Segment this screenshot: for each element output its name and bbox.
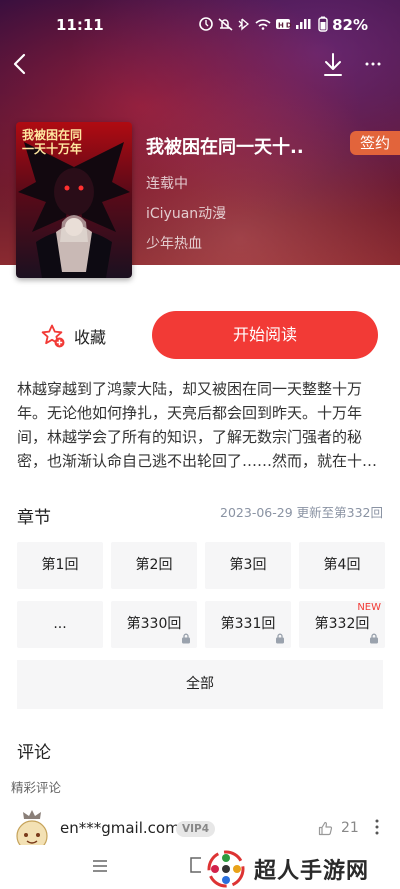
chapter-label: 第4回	[323, 557, 361, 573]
chapter-item-ellipsis[interactable]: ...	[17, 601, 103, 648]
start-reading-button[interactable]: 开始阅读	[152, 311, 378, 359]
chapter-label: 第3回	[229, 557, 267, 573]
more-horizontal-icon	[365, 62, 381, 66]
chapters-heading: 章节	[17, 508, 51, 528]
chapter-item-1[interactable]: 第1回	[17, 542, 103, 589]
signed-badge: 签约	[350, 131, 400, 155]
download-button[interactable]	[322, 52, 344, 78]
battery-percent: 82%	[332, 16, 368, 34]
chapter-label: 第2回	[135, 557, 173, 573]
chapter-item-331[interactable]: 第331回	[205, 601, 291, 648]
chapter-label: ...	[53, 616, 67, 632]
recent-apps-button[interactable]	[92, 858, 108, 872]
like-count: 21	[341, 820, 359, 836]
watermark: 超人手游网	[206, 849, 396, 889]
download-icon	[324, 53, 342, 76]
new-chapter-tag: NEW	[357, 602, 381, 613]
lock-icon	[276, 633, 284, 644]
system-status-icons: HD	[199, 17, 311, 31]
home-square-icon	[190, 857, 201, 873]
lock-icon	[182, 633, 190, 644]
comment-more-button[interactable]	[372, 818, 382, 836]
home-button[interactable]	[189, 857, 203, 873]
book-cover[interactable]: 我被困在同一天十万年	[16, 122, 132, 278]
book-title: 我被困在同一天十..	[146, 137, 304, 158]
lock-icon	[370, 633, 378, 644]
favorite-button[interactable]: 收藏	[40, 322, 120, 350]
featured-comments-label: 精彩评论	[11, 780, 62, 795]
book-genre[interactable]: 少年热血	[146, 233, 202, 253]
favorite-label: 收藏	[74, 328, 107, 347]
chapter-item-332[interactable]: NEW 第332回	[299, 601, 385, 648]
star-add-icon	[41, 324, 65, 348]
book-synopsis[interactable]: 林越穿越到了鸿蒙大陆，却又被困在同一天整整十万年。无论他如何挣扎，天亮后都会回到…	[17, 377, 385, 473]
thumbs-up-icon	[318, 821, 333, 835]
chapter-item-330[interactable]: 第330回	[111, 601, 197, 648]
chapter-item-2[interactable]: 第2回	[111, 542, 197, 589]
chapter-label: 第331回	[220, 616, 276, 632]
cover-title-art: 我被困在同一天十万年	[22, 128, 92, 156]
all-chapters-button[interactable]: 全部	[17, 660, 383, 709]
chapter-label: 第330回	[126, 616, 182, 632]
status-bar: 11:11 HD 82%	[0, 0, 400, 48]
svg-text:HD: HD	[278, 22, 294, 30]
vip-badge: VIP4	[176, 821, 216, 837]
battery-icon	[318, 16, 328, 36]
back-arrow-icon	[13, 53, 26, 75]
comment-username[interactable]: en***gmail.com	[60, 819, 180, 837]
cover-title-text: 我被困在同一天十万年	[22, 128, 83, 156]
book-publisher[interactable]: iCiyuan动漫	[146, 203, 226, 223]
more-options-button[interactable]	[364, 58, 382, 70]
status-time: 11:11	[56, 16, 104, 34]
book-status: 连载中	[146, 176, 188, 192]
status-icons: HD	[198, 16, 318, 36]
like-button[interactable]: 21	[318, 820, 359, 836]
comments-heading: 评论	[17, 743, 51, 763]
more-vertical-icon	[375, 819, 379, 835]
chapter-update-info: 2023-06-29 更新至第332回	[220, 505, 383, 520]
chapter-item-3[interactable]: 第3回	[205, 542, 291, 589]
back-button[interactable]	[8, 50, 32, 78]
chapter-item-4[interactable]: 第4回	[299, 542, 385, 589]
watermark-text: 超人手游网	[254, 859, 370, 884]
system-navigation-bar: 超人手游网	[0, 845, 400, 889]
menu-icon	[93, 860, 107, 872]
chapter-label: 第1回	[41, 557, 79, 573]
chapter-label: 第332回	[314, 616, 370, 632]
watermark-logo-icon	[207, 850, 245, 888]
